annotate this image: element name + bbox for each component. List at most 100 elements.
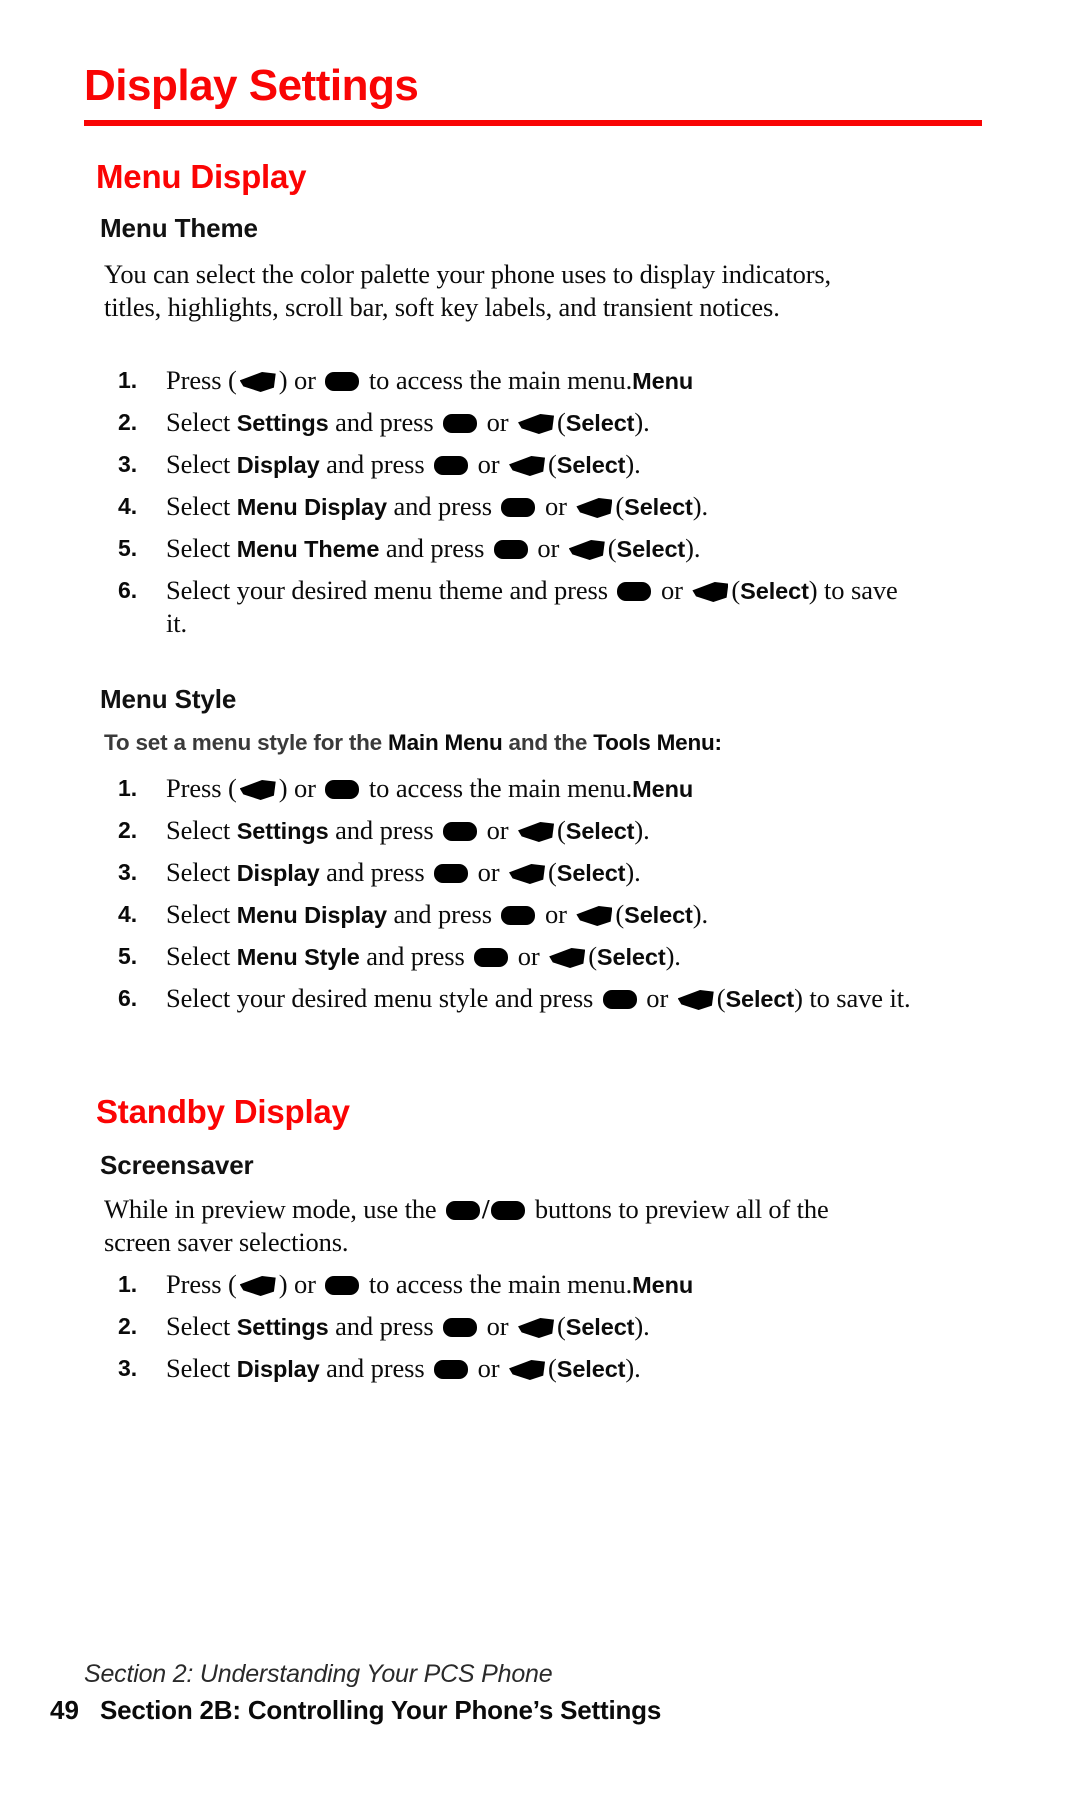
step-item: 3. Select Display and press or (Select). bbox=[118, 448, 918, 481]
step-number: 1. bbox=[118, 1271, 137, 1297]
step-bold-label: Select bbox=[624, 902, 693, 928]
soft-key-icon bbox=[239, 780, 276, 800]
step-item: 1. Press () or to access the main menu.Me… bbox=[118, 364, 918, 397]
step-bold-label: Menu Theme bbox=[236, 536, 380, 562]
ok-key-icon bbox=[602, 990, 637, 1009]
step-number: 3. bbox=[118, 859, 137, 885]
screensaver-step-list: 1. Press () or to access the main menu.Me… bbox=[118, 1268, 918, 1394]
lead-suffix: : bbox=[714, 730, 723, 755]
ok-key-icon bbox=[617, 582, 652, 601]
soft-key-icon bbox=[509, 1360, 546, 1380]
preview-text-part1: While in preview mode, use the bbox=[104, 1194, 444, 1224]
step-text: ( bbox=[731, 575, 741, 605]
step-bold-label: Select bbox=[624, 494, 693, 520]
ok-key-icon bbox=[325, 372, 360, 391]
step-item: 2. Select Settings and press or (Select). bbox=[118, 1310, 918, 1343]
step-text: and press bbox=[319, 857, 432, 887]
ok-key-icon bbox=[493, 540, 528, 559]
step-bold-label: Settings bbox=[236, 1314, 329, 1340]
title-underline-rule bbox=[84, 120, 982, 126]
step-text: and press bbox=[328, 815, 441, 845]
step-text: or bbox=[538, 899, 574, 929]
step-text: and press bbox=[359, 941, 472, 971]
soft-key-icon bbox=[576, 906, 613, 926]
step-text: ( bbox=[557, 407, 566, 437]
subheading-menu-style: Menu Style bbox=[100, 684, 237, 714]
step-text: or bbox=[538, 491, 574, 521]
lead-mid: and the bbox=[502, 730, 594, 755]
ok-key-icon bbox=[501, 498, 536, 517]
step-text: ). bbox=[634, 1311, 650, 1341]
section-heading-menu-display: Menu Display bbox=[96, 158, 307, 195]
step-number: 5. bbox=[118, 535, 137, 561]
soft-key-icon bbox=[509, 864, 546, 884]
step-number: 2. bbox=[118, 409, 137, 435]
soft-key-icon bbox=[576, 498, 613, 518]
step-text: ( bbox=[227, 773, 237, 803]
ok-key-icon bbox=[434, 1360, 469, 1379]
step-item: 4. Select Menu Display and press or (Sele… bbox=[118, 490, 918, 523]
step-number: 3. bbox=[118, 451, 137, 477]
step-text: ). bbox=[685, 533, 701, 563]
step-text: ( bbox=[615, 899, 625, 929]
step-text: Select bbox=[166, 1353, 237, 1383]
step-text: Select bbox=[166, 407, 237, 437]
step-bold-label: Select bbox=[556, 1356, 626, 1382]
step-text: Select bbox=[166, 491, 237, 521]
step-text: or bbox=[471, 1353, 507, 1383]
menu-theme-step-list: 1. Press () or to access the main menu.Me… bbox=[118, 364, 918, 648]
step-bold-label: Display bbox=[236, 1356, 320, 1382]
step-text: Press bbox=[166, 1269, 228, 1299]
step-text: and press bbox=[386, 899, 499, 929]
step-text: Select bbox=[166, 815, 237, 845]
soft-key-icon bbox=[677, 990, 714, 1010]
ok-key-icon bbox=[491, 1201, 526, 1220]
step-text: to access the main menu. bbox=[362, 365, 633, 395]
step-text: ) or bbox=[278, 1269, 323, 1299]
step-bold-label: Select bbox=[565, 410, 635, 436]
step-text: ). bbox=[692, 899, 709, 929]
soft-key-icon bbox=[239, 1276, 276, 1296]
step-text: ). bbox=[665, 941, 681, 971]
lead-bold-tools-menu: Tools Menu bbox=[593, 730, 715, 755]
soft-key-icon bbox=[549, 948, 586, 968]
step-item: 1. Press () or to access the main menu.Me… bbox=[118, 1268, 918, 1301]
step-text: Select bbox=[166, 899, 237, 929]
step-bold-label: Select bbox=[565, 1314, 635, 1340]
step-item: 3. Select Display and press or (Select). bbox=[118, 1352, 918, 1385]
step-text: ). bbox=[625, 857, 641, 887]
step-text: or bbox=[471, 449, 507, 479]
step-bold-label: Display bbox=[236, 860, 320, 886]
step-text: ) to save it. bbox=[794, 983, 911, 1013]
footer-running-head: Section 2: Understanding Your PCS Phone bbox=[84, 1660, 553, 1688]
step-text: Select bbox=[166, 533, 237, 563]
step-bold-label: Menu Style bbox=[236, 944, 360, 970]
step-text: or bbox=[480, 1311, 516, 1341]
soft-key-icon bbox=[518, 1318, 555, 1338]
footer-section-label: Section 2B: Controlling Your Phone’s Set… bbox=[100, 1695, 662, 1725]
step-text: or bbox=[471, 857, 507, 887]
ok-key-icon bbox=[443, 1318, 478, 1337]
step-number: 5. bbox=[118, 943, 137, 969]
soft-key-icon bbox=[568, 540, 605, 560]
ok-key-icon bbox=[443, 414, 478, 433]
step-bold-label: Menu bbox=[632, 1272, 694, 1298]
step-text: Select your desired menu style and press bbox=[166, 983, 600, 1013]
ok-key-icon bbox=[446, 1201, 481, 1220]
step-text: ( bbox=[227, 365, 237, 395]
step-text: to access the main menu. bbox=[362, 1269, 633, 1299]
step-item: 5. Select Menu Theme and press or (Select… bbox=[118, 532, 918, 565]
step-number: 4. bbox=[118, 901, 137, 927]
step-number: 6. bbox=[118, 985, 137, 1011]
step-text: to access the main menu. bbox=[362, 773, 633, 803]
step-number: 3. bbox=[118, 1355, 137, 1381]
step-text: ( bbox=[548, 857, 557, 887]
step-text: or bbox=[530, 533, 566, 563]
step-text: ( bbox=[548, 449, 557, 479]
step-number: 1. bbox=[118, 775, 137, 801]
step-text: Select bbox=[166, 941, 237, 971]
step-text: or bbox=[480, 815, 516, 845]
step-bold-label: Select bbox=[725, 986, 795, 1012]
step-text: ). bbox=[692, 491, 709, 521]
step-number: 4. bbox=[118, 493, 137, 519]
